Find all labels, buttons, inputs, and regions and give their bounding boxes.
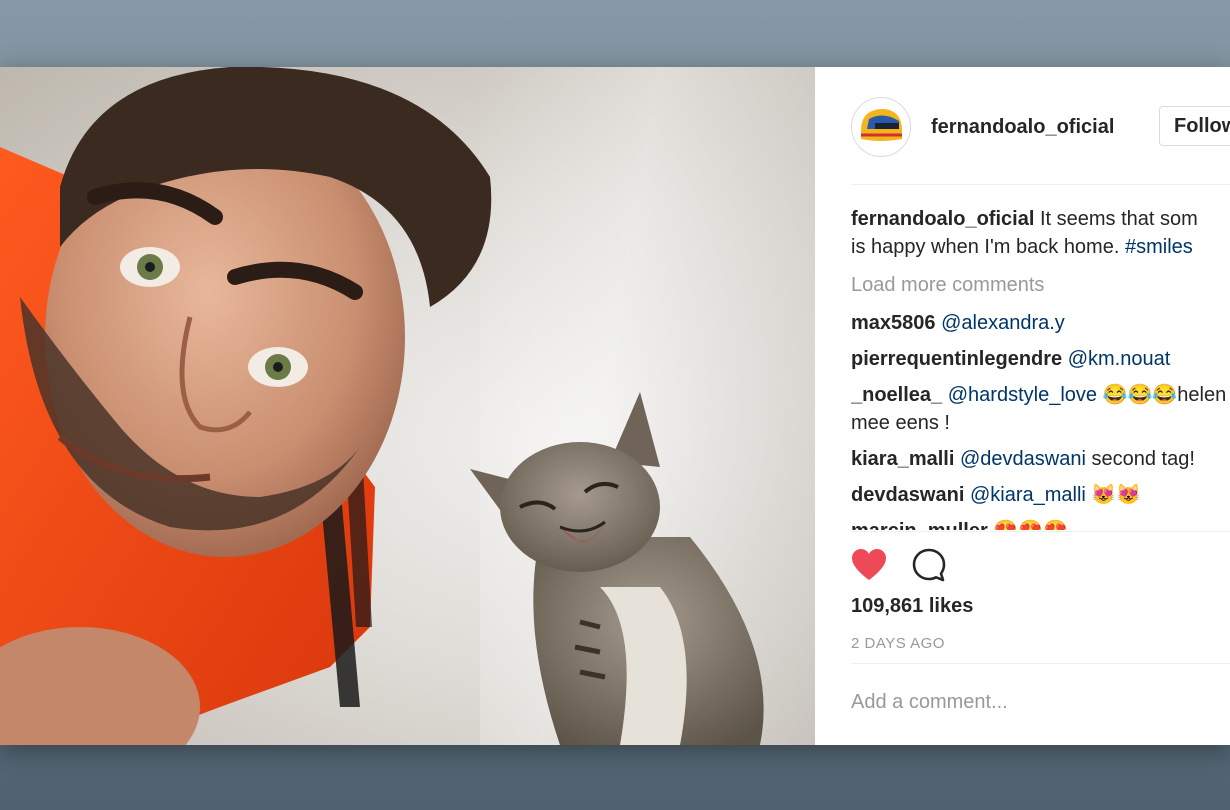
caption-hashtag[interactable]: #smiles <box>1125 236 1193 258</box>
caption-text-line2: is happy when I'm back home. <box>851 236 1120 258</box>
post-timestamp: 2 DAYS AGO <box>851 635 945 652</box>
comment-mention[interactable]: @km.nouat <box>1068 348 1171 370</box>
post-actions <box>851 547 947 588</box>
comment-username[interactable]: _noellea_ <box>851 384 942 406</box>
load-more-comments-button[interactable]: Load more comments <box>851 271 1230 299</box>
heart-icon[interactable] <box>851 548 887 587</box>
post-card: fernandoalo_oficial Follow fernandoalo_o… <box>0 67 1230 745</box>
add-comment-input[interactable] <box>851 691 1230 714</box>
comment-item: pierrequentinlegendre @km.nouat <box>851 345 1230 373</box>
comment-text: 😂😂😂helen <box>1102 384 1227 406</box>
photo-illustration <box>0 67 764 745</box>
likes-count[interactable]: 109,861 likes <box>851 595 973 618</box>
avatar[interactable] <box>851 97 911 157</box>
comment-username[interactable]: pierrequentinlegendre <box>851 348 1062 370</box>
comment-mention[interactable]: @kiara_malli <box>970 484 1086 506</box>
comment-item: devdaswani @kiara_malli 😻😻 <box>851 481 1230 509</box>
post-side-panel: fernandoalo_oficial Follow fernandoalo_o… <box>815 67 1230 745</box>
comment-mention[interactable]: @devdaswani <box>960 448 1086 470</box>
post-header: fernandoalo_oficial Follow <box>851 97 1230 157</box>
comment-item: marcin_muller 😍😍😍 <box>851 517 1230 530</box>
comment-text: second tag! <box>1091 448 1195 470</box>
caption-username[interactable]: fernandoalo_oficial <box>851 208 1034 230</box>
caption-text-line1: It seems that som <box>1039 208 1198 230</box>
comment-username[interactable]: max5806 <box>851 312 936 334</box>
comment-item: kiara_malli @devdaswani second tag! <box>851 445 1230 473</box>
comment-username[interactable]: devdaswani <box>851 484 964 506</box>
comment-username[interactable]: marcin_muller <box>851 520 988 530</box>
comments-divider <box>851 531 1230 532</box>
header-divider <box>851 184 1230 185</box>
comment-bubble-icon[interactable] <box>911 547 947 588</box>
comment-mention[interactable]: @hardstyle_love <box>948 384 1097 406</box>
comments-list[interactable]: fernandoalo_oficial It seems that som is… <box>851 205 1230 530</box>
comment-item: max5806 @alexandra.y <box>851 309 1230 337</box>
helmet-avatar-icon <box>855 101 907 153</box>
post-photo[interactable] <box>0 67 815 745</box>
comment-text: 😻😻 <box>1091 484 1142 506</box>
footer-divider <box>851 663 1230 664</box>
follow-button[interactable]: Follow <box>1159 106 1230 146</box>
comment-text-continued: mee eens ! <box>851 412 950 434</box>
post-caption: fernandoalo_oficial It seems that som is… <box>851 205 1230 261</box>
comment-item: _noellea_ @hardstyle_love 😂😂😂helen mee e… <box>851 381 1230 437</box>
comment-mention[interactable]: @alexandra.y <box>941 312 1065 334</box>
post-author-username[interactable]: fernandoalo_oficial <box>931 116 1114 139</box>
comment-text: 😍😍😍 <box>993 520 1068 530</box>
comment-username[interactable]: kiara_malli <box>851 448 954 470</box>
